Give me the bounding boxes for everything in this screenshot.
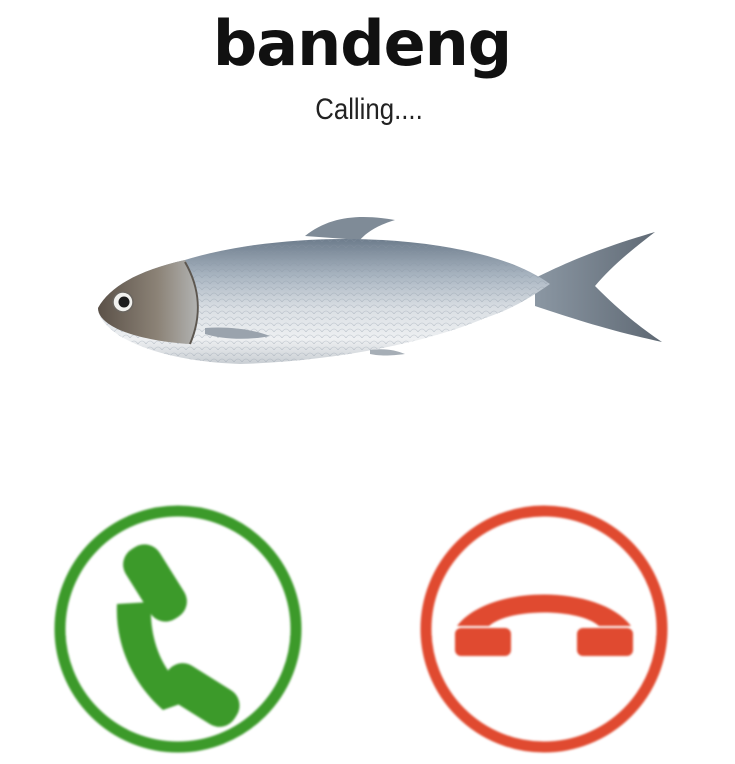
caller-photo <box>98 217 662 364</box>
decline-call-button[interactable] <box>419 504 669 754</box>
hang-up-icon <box>455 594 633 656</box>
call-status: Calling.... <box>315 93 423 126</box>
accept-call-button[interactable] <box>53 504 303 754</box>
phone-handset-icon <box>116 544 240 727</box>
caller-name: bandeng <box>212 7 512 80</box>
accept-ring <box>54 505 302 753</box>
